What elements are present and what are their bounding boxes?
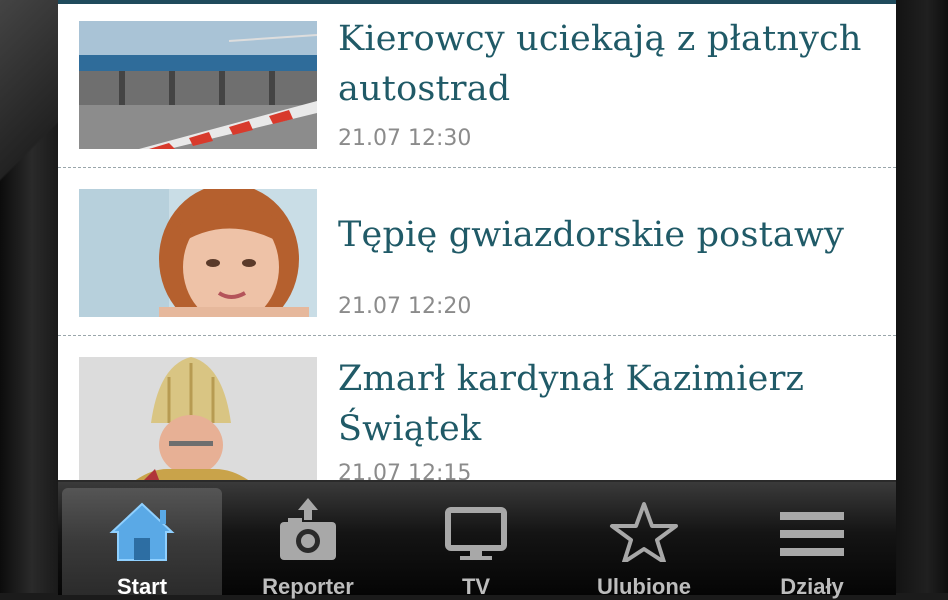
tab-bar: Start Reporter TV Ulubione Działy: [58, 480, 896, 599]
device-frame-right: [896, 0, 948, 593]
tab-dzialy[interactable]: Działy: [732, 488, 892, 599]
tv-icon: [396, 496, 556, 562]
device-frame-left: [0, 0, 58, 593]
article-thumbnail-portrait[interactable]: [79, 189, 317, 317]
tab-label: Reporter: [262, 574, 354, 599]
tab-label: Start: [116, 574, 168, 599]
list-item[interactable]: Kierowcy uciekają z płatnych autostrad 2…: [58, 0, 896, 168]
article-headline[interactable]: Tępię gwiazdorskie postawy: [338, 210, 883, 260]
article-time: 21.07 12:15: [338, 461, 472, 480]
article-time: 21.07 12:20: [338, 294, 472, 319]
camera-upload-icon: [228, 496, 388, 562]
home-icon: [62, 496, 222, 562]
tab-start[interactable]: Start: [62, 488, 222, 599]
list-item[interactable]: Zmarł kardynał Kazimierz Świątek 21.07 1…: [58, 336, 896, 480]
article-time: 21.07 12:30: [338, 126, 472, 151]
tab-label: Działy: [780, 574, 844, 599]
tab-label: Ulubione: [596, 574, 692, 599]
tab-label: TV: [461, 574, 491, 599]
article-headline[interactable]: Zmarł kardynał Kazimierz Świątek: [338, 354, 883, 454]
tab-tv[interactable]: TV: [396, 488, 556, 599]
article-thumbnail-toll-booth[interactable]: [79, 21, 317, 149]
list-item[interactable]: Tępię gwiazdorskie postawy 21.07 12:20: [58, 168, 896, 336]
menu-icon: [732, 496, 892, 562]
tab-reporter[interactable]: Reporter: [228, 488, 388, 599]
news-list[interactable]: Kierowcy uciekają z płatnych autostrad 2…: [58, 0, 896, 480]
star-icon: [564, 496, 724, 564]
article-thumbnail-cardinal[interactable]: [79, 357, 317, 480]
tab-ulubione[interactable]: Ulubione: [564, 488, 724, 599]
article-headline[interactable]: Kierowcy uciekają z płatnych autostrad: [338, 14, 883, 114]
